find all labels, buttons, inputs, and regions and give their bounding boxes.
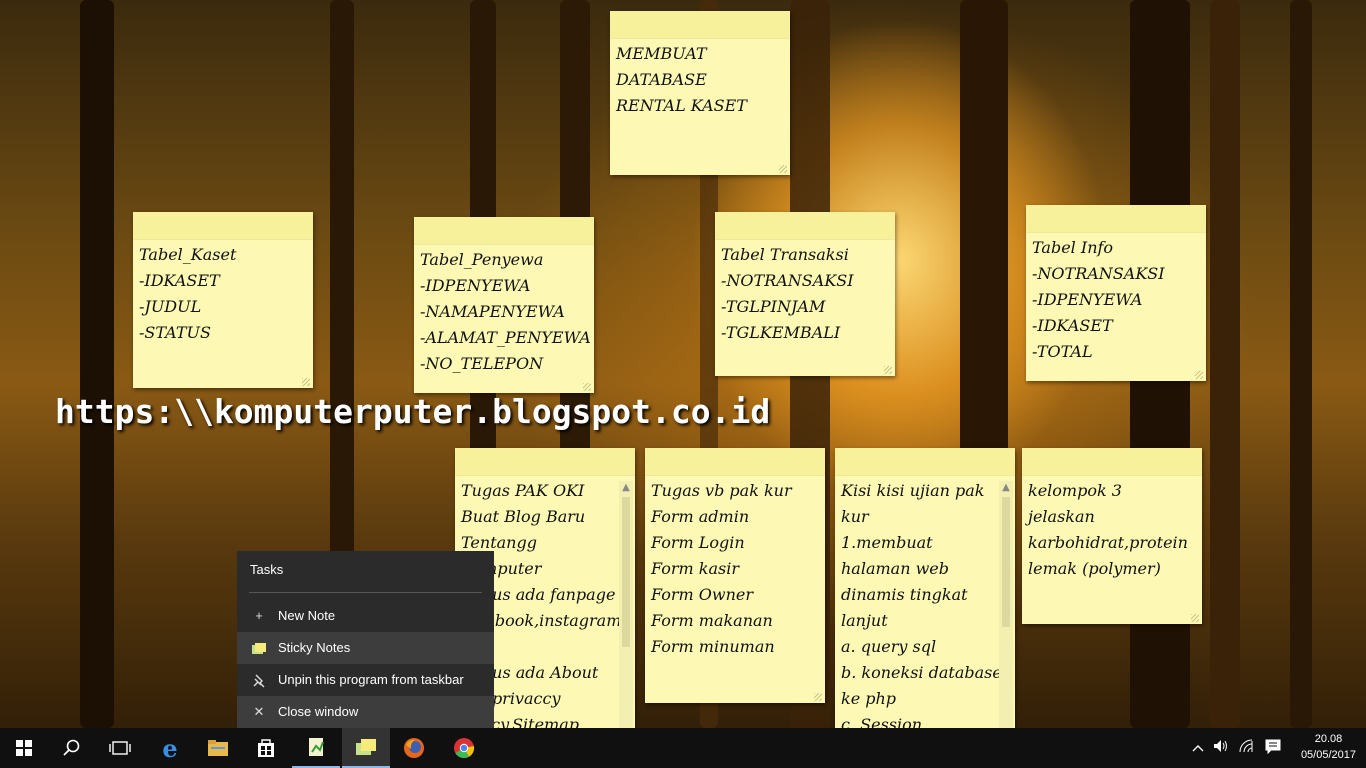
note-line: kur bbox=[841, 507, 869, 526]
note-line: -NAMAPENYEWA bbox=[420, 302, 565, 321]
note-line: Tabel_Kaset bbox=[139, 245, 237, 264]
note-line: 1.membuat bbox=[841, 533, 933, 552]
menu-item-label: Sticky Notes bbox=[278, 640, 351, 655]
note-line: -IDKASET bbox=[1032, 316, 1113, 335]
note-line: DATABASE bbox=[616, 70, 707, 89]
note-line: -TGLPINJAM bbox=[721, 297, 826, 316]
note-line: -IDKASET bbox=[139, 271, 220, 290]
volume-icon[interactable] bbox=[1208, 739, 1234, 757]
note-line: Kisi kisi ujian pak bbox=[841, 481, 985, 500]
sticky-notes-icon[interactable] bbox=[342, 728, 390, 768]
note-line: MEMBUAT bbox=[616, 44, 707, 63]
scroll-up-icon[interactable]: ▲ bbox=[619, 481, 633, 495]
sticky-note-title[interactable]: MEMBUAT DATABASE RENTAL KASET bbox=[610, 11, 790, 175]
note-line: Form makanan bbox=[651, 611, 773, 630]
network-icon[interactable] bbox=[1234, 739, 1260, 757]
unpin-icon bbox=[250, 664, 268, 696]
sticky-note-kisi[interactable]: Kisi kisi ujian pak kur 1.membuat halaman w… bbox=[835, 448, 1015, 748]
sticky-note-info[interactable]: Tabel Info -NOTRANSAKSI -IDPENYEWA -IDKASET… bbox=[1026, 205, 1206, 381]
jump-list-title: Tasks bbox=[250, 562, 284, 577]
edge-icon[interactable]: e bbox=[146, 728, 194, 768]
note-line: karbohidrat,protein bbox=[1028, 533, 1188, 552]
system-tray bbox=[1188, 728, 1286, 768]
close-icon: ✕ bbox=[253, 704, 265, 719]
note-line: kelompok 3 bbox=[1028, 481, 1122, 500]
firefox-icon[interactable] bbox=[390, 728, 438, 768]
sticky-note-tugas-vb[interactable]: Tugas vb pak kur Form admin Form Login Form… bbox=[645, 448, 825, 703]
note-line: a. query sql bbox=[841, 637, 937, 656]
note-line: Tugas vb pak kur bbox=[651, 481, 792, 500]
note-line: b. koneksi database bbox=[841, 663, 1002, 682]
resize-grip-icon[interactable] bbox=[302, 378, 310, 386]
file-explorer-icon[interactable] bbox=[194, 728, 242, 768]
chevron-up-icon[interactable] bbox=[1188, 741, 1208, 756]
note-line: Form Login bbox=[651, 533, 745, 552]
note-line: -IDPENYEWA bbox=[1032, 290, 1143, 309]
note-line: lemak (polymer) bbox=[1028, 559, 1161, 578]
taskbar: e 20.08 05/05/2017 bbox=[0, 728, 1366, 768]
note-line: ke php bbox=[841, 689, 897, 708]
sticky-notes-menu-item[interactable]: Sticky Notes bbox=[237, 632, 494, 664]
note-line: lanjut bbox=[841, 611, 888, 630]
task-view-icon[interactable] bbox=[96, 728, 144, 768]
clock-time: 20.08 bbox=[1314, 733, 1343, 745]
resize-grip-icon[interactable] bbox=[814, 693, 822, 701]
plus-icon: + bbox=[255, 608, 263, 623]
note-line: Tabel_Penyewa bbox=[420, 250, 544, 269]
menu-item-label: New Note bbox=[278, 608, 336, 623]
menu-item-label: Close window bbox=[278, 704, 359, 719]
note-line: Buat Blog Baru bbox=[461, 507, 586, 526]
clock[interactable]: 20.08 05/05/2017 bbox=[1301, 731, 1356, 763]
note-line: -JUDUL bbox=[139, 297, 202, 316]
close-window-menu-item[interactable]: ✕ Close window bbox=[237, 696, 494, 728]
search-icon[interactable] bbox=[48, 728, 96, 768]
note-scrollbar[interactable]: ▲ bbox=[619, 481, 633, 742]
scroll-up-icon[interactable]: ▲ bbox=[999, 481, 1013, 495]
sticky-notes-icon bbox=[250, 632, 268, 664]
note-line: halaman web bbox=[841, 559, 950, 578]
start-icon[interactable] bbox=[0, 728, 48, 768]
action-center-icon[interactable] bbox=[1260, 738, 1286, 758]
note-line: jelaskan bbox=[1028, 507, 1095, 526]
note-line: -TOTAL bbox=[1032, 342, 1093, 361]
note-line: Tabel Transaksi bbox=[721, 245, 849, 264]
sticky-note-kelompok[interactable]: kelompok 3 jelaskan karbohidrat,protein lem… bbox=[1022, 448, 1202, 624]
unpin-menu-item[interactable]: Unpin this program from taskbar bbox=[237, 664, 494, 696]
note-line: -TGLKEMBALI bbox=[721, 323, 841, 342]
store-icon[interactable] bbox=[242, 728, 290, 768]
blog-watermark: https:\\komputerputer.blogspot.co.id bbox=[55, 392, 771, 431]
note-scrollbar[interactable]: ▲ bbox=[999, 481, 1013, 742]
note-line: Tugas PAK OKI bbox=[461, 481, 585, 500]
note-line: -NO_TELEPON bbox=[420, 354, 544, 373]
resize-grip-icon[interactable] bbox=[1195, 371, 1203, 379]
sticky-note-penyewa[interactable]: Tabel_Penyewa -IDPENYEWA -NAMAPENYEWA -ALAM… bbox=[414, 217, 594, 393]
note-line: -NOTRANSAKSI bbox=[1032, 264, 1165, 283]
note-line: -NOTRANSAKSI bbox=[721, 271, 854, 290]
notepad-plus-icon[interactable] bbox=[292, 728, 340, 768]
resize-grip-icon[interactable] bbox=[583, 383, 591, 391]
note-line: Tabel Info bbox=[1032, 238, 1114, 257]
note-line: RENTAL KASET bbox=[616, 96, 747, 115]
note-line: Form kasir bbox=[651, 559, 739, 578]
note-line: -ALAMAT_PENYEWA bbox=[420, 328, 591, 347]
chrome-icon[interactable] bbox=[440, 728, 488, 768]
resize-grip-icon[interactable] bbox=[1191, 614, 1199, 622]
clock-date: 05/05/2017 bbox=[1300, 749, 1356, 761]
resize-grip-icon[interactable] bbox=[884, 366, 892, 374]
sticky-note-transaksi[interactable]: Tabel Transaksi -NOTRANSAKSI -TGLPINJAM -TG… bbox=[715, 212, 895, 376]
note-line: dinamis tingkat bbox=[841, 585, 968, 604]
resize-grip-icon[interactable] bbox=[779, 165, 787, 173]
divider bbox=[249, 592, 482, 593]
menu-item-label: Unpin this program from taskbar bbox=[278, 672, 464, 687]
note-line: Form admin bbox=[651, 507, 750, 526]
note-line: Form minuman bbox=[651, 637, 775, 656]
new-note-menu-item[interactable]: + New Note bbox=[237, 600, 494, 632]
taskbar-jump-list: Tasks + New Note Sticky Notes Unpin this… bbox=[237, 551, 494, 728]
sticky-note-kaset[interactable]: Tabel_Kaset -IDKASET -JUDUL -STATUS bbox=[133, 212, 313, 388]
note-line: Form Owner bbox=[651, 585, 753, 604]
note-line: -IDPENYEWA bbox=[420, 276, 531, 295]
note-line: -STATUS bbox=[139, 323, 211, 342]
